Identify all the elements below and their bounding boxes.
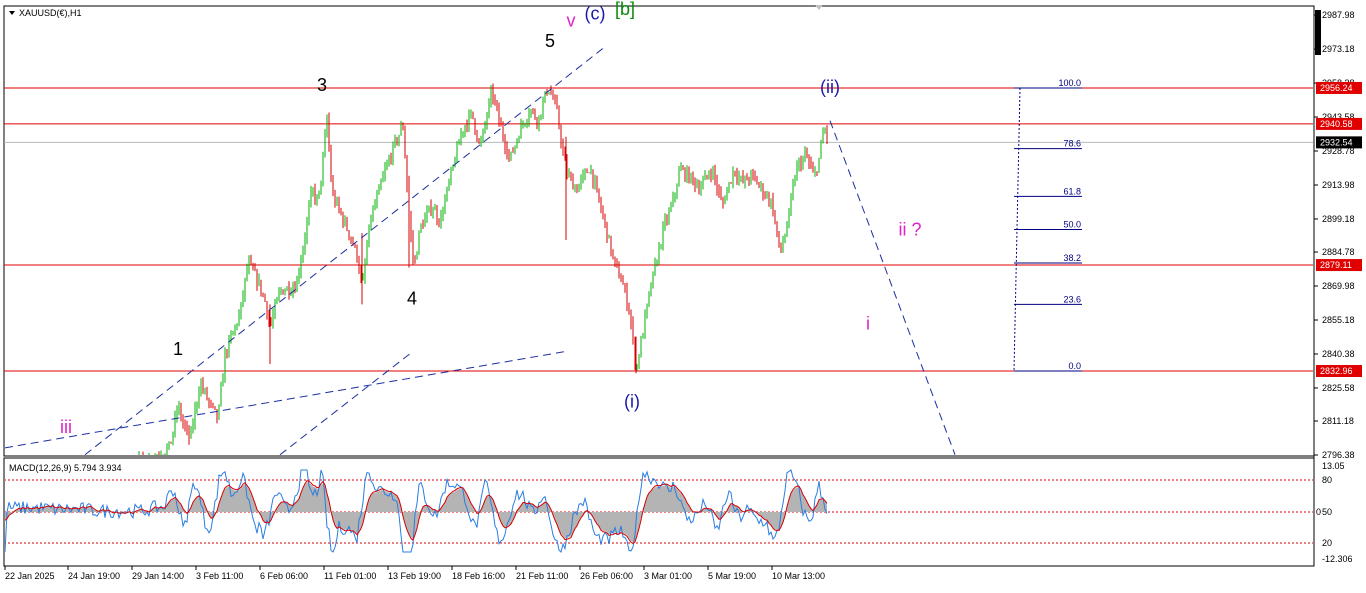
macd-axis-min: -12.306 (1322, 554, 1353, 564)
wave-label: 1 (173, 339, 183, 359)
macd-axis-max: 13.05 (1322, 461, 1345, 471)
time-tick-label: 21 Feb 11:00 (516, 571, 568, 581)
level-price-label: 2956.24 (1320, 83, 1353, 93)
time-tick-label: 24 Jan 19:00 (68, 571, 120, 581)
fib-level-label: 61.8 (1063, 186, 1081, 196)
wave-label: 3 (317, 75, 327, 95)
macd-axis-tick: 20 (1322, 538, 1332, 548)
price-tick-label: 2899.18 (1322, 214, 1355, 224)
wave-label: (c) (585, 4, 606, 24)
price-tick-label: 2796.38 (1322, 450, 1355, 460)
time-tick-label: 3 Feb 11:00 (196, 571, 243, 581)
current-price-label: 2932.54 (1320, 137, 1353, 147)
price-tick-label: 2869.98 (1322, 281, 1355, 291)
wave-label: iii (60, 417, 72, 437)
symbol-title: XAUUSD(€),H1 (19, 8, 82, 18)
wave-label: 4 (407, 288, 417, 308)
time-tick-label: 3 Mar 01:00 (644, 571, 692, 581)
time-tick-label: 13 Feb 19:00 (388, 571, 441, 581)
wave-label: v (567, 11, 576, 31)
level-price-label: 2940.58 (1320, 119, 1353, 129)
chart-window[interactable]: XAUUSD(€),H1 MACD(12,26,9) 5.794 3.934 1… (0, 0, 1366, 588)
time-tick-label: 5 Mar 19:00 (708, 571, 756, 581)
time-tick-label: 10 Mar 13:00 (772, 571, 825, 581)
level-price-label: 2832.96 (1320, 366, 1353, 376)
price-tick-label: 2840.38 (1322, 349, 1355, 359)
fib-level-label: 78.6 (1063, 139, 1081, 149)
wave-label: (ii) (820, 77, 840, 97)
wave-label: i (866, 314, 870, 334)
macd-axis-tick: 50 (1322, 507, 1332, 517)
time-tick-label: 29 Jan 14:00 (132, 571, 184, 581)
time-tick-label: 6 Feb 06:00 (260, 571, 308, 581)
fib-level-label: 100.0 (1058, 78, 1081, 88)
price-tick-label: 2973.18 (1322, 44, 1355, 54)
price-tick-label: 2987.98 (1322, 10, 1355, 20)
fib-level-label: 0.0 (1068, 361, 1081, 371)
time-tick-label: 11 Feb 01:00 (324, 571, 376, 581)
price-tick-label: 2811.18 (1322, 416, 1354, 426)
price-tick-label: 2825.58 (1322, 383, 1355, 393)
macd-axis-tick: 80 (1322, 475, 1332, 485)
wave-label: ii ? (898, 219, 921, 239)
fib-level-label: 38.2 (1063, 253, 1081, 263)
time-tick-label: 18 Feb 16:00 (452, 571, 505, 581)
time-tick-label: 22 Jan 2025 (5, 571, 55, 581)
price-tick-label: 2913.98 (1322, 180, 1355, 190)
time-tick-label: 26 Feb 06:00 (580, 571, 633, 581)
macd-axis-zero: 0 (1316, 507, 1321, 517)
wave-label: 5 (545, 31, 555, 51)
wave-label: (i) (624, 392, 640, 412)
fib-level-label: 23.6 (1063, 294, 1081, 304)
level-price-label: 2879.11 (1320, 260, 1352, 270)
indicator-title: MACD(12,26,9) 5.794 3.934 (9, 463, 122, 473)
price-tick-label: 2855.18 (1322, 315, 1355, 325)
price-chart[interactable]: XAUUSD(€),H1 MACD(12,26,9) 5.794 3.934 1… (0, 0, 1366, 588)
fib-level-label: 50.0 (1063, 219, 1081, 229)
price-tick-label: 2884.78 (1322, 247, 1355, 257)
wave-label: [b] (615, 0, 635, 19)
scale-handle[interactable] (1315, 10, 1321, 55)
